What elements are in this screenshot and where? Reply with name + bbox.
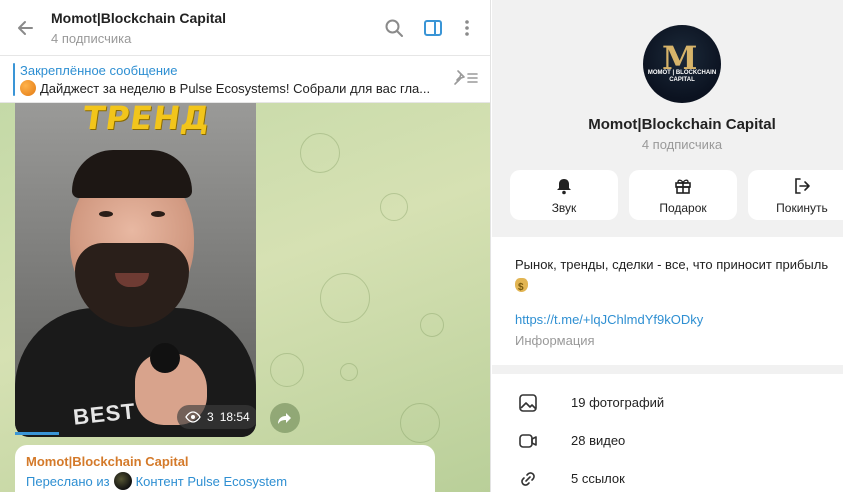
- chat-title[interactable]: Momot|Blockchain Capital: [51, 10, 226, 26]
- shared-media-list: 19 фотографий 28 видео 5 ссылок: [492, 374, 843, 492]
- leave-label: Покинуть: [776, 201, 828, 215]
- channel-name: Momot|Blockchain Capital: [588, 116, 776, 133]
- media-row-videos[interactable]: 28 видео: [492, 425, 843, 457]
- video-eye-left: [99, 211, 113, 217]
- media-row-photos[interactable]: 19 фотографий: [492, 387, 843, 419]
- sidebar-panel-icon: [424, 20, 442, 36]
- more-vertical-icon: [465, 20, 469, 36]
- leave-icon: [795, 178, 810, 194]
- eye-icon: [185, 411, 201, 423]
- share-button[interactable]: [270, 403, 300, 433]
- photos-count: 19 фотографий: [571, 395, 665, 410]
- chat-header: Momot|Blockchain Capital 4 подписчика: [0, 0, 490, 56]
- forwarded-source[interactable]: Контент Pulse Ecosystem: [136, 474, 287, 489]
- gift-label: Подарок: [659, 201, 707, 215]
- forwarded-prefix: Переслано из: [26, 473, 110, 489]
- share-arrow-icon: [278, 413, 291, 424]
- video-icon: [519, 434, 537, 448]
- forwarded-source-avatar: [113, 472, 132, 490]
- arrow-left-icon: [18, 21, 33, 35]
- mute-label: Звук: [551, 201, 577, 215]
- message-bubble[interactable]: Momot|Blockchain Capital Переслано из Ко…: [15, 445, 435, 492]
- pinned-title: Закреплённое сообщение: [20, 63, 178, 78]
- link-icon: [521, 472, 535, 486]
- video-message[interactable]: ТРЕНД BEST WO 3 18:54: [15, 103, 256, 437]
- gift-icon: [675, 179, 691, 194]
- channel-subscriber-count: 4 подписчика: [641, 137, 723, 152]
- video-microphone: [150, 343, 180, 373]
- videos-count: 28 видео: [571, 433, 626, 448]
- bell-icon: [557, 179, 571, 195]
- search-button[interactable]: [382, 16, 406, 40]
- message-author[interactable]: Momot|Blockchain Capital: [26, 454, 189, 469]
- avatar-logo-text: MOMOT | BLOCKCHAIN CAPITAL: [647, 70, 717, 83]
- pinned-text: Дайджест за неделю в Pulse Ecosystems! С…: [40, 80, 431, 96]
- pinned-indicator: [13, 63, 15, 96]
- chat-panel: Momot|Blockchain Capital 4 подписчика За…: [0, 0, 491, 492]
- pinned-list-button[interactable]: [452, 68, 480, 88]
- pin-list-icon: [454, 70, 478, 85]
- media-row-links[interactable]: 5 ссылок: [492, 463, 843, 492]
- about-description: Рынок, тренды, сделки - все, что приноси…: [515, 255, 843, 297]
- links-count: 5 ссылок: [571, 471, 625, 486]
- video-views: 3: [207, 410, 214, 424]
- orange-circle-emoji-icon: [20, 80, 36, 96]
- channel-avatar[interactable]: M MOMOT | BLOCKCHAIN CAPITAL: [643, 25, 721, 103]
- video-hair: [72, 150, 192, 198]
- pinned-text-row: Дайджест за неделю в Pulse Ecosystems! С…: [20, 80, 430, 96]
- info-label: Информация: [515, 333, 595, 348]
- gift-button[interactable]: Подарок: [629, 170, 737, 220]
- channel-info-panel: M MOMOT | BLOCKCHAIN CAPITAL Momot|Block…: [492, 0, 843, 492]
- search-icon: [385, 19, 403, 37]
- video-overlay-text: ТРЕНД: [80, 103, 214, 137]
- forwarded-from[interactable]: Переслано из Контент Pulse Ecosystem: [26, 472, 287, 490]
- video-duration: 18:54: [219, 410, 250, 424]
- channel-profile-header: M MOMOT | BLOCKCHAIN CAPITAL Momot|Block…: [492, 0, 843, 237]
- leave-button[interactable]: Покинуть: [748, 170, 843, 220]
- video-progress-bar: [15, 432, 59, 435]
- back-button[interactable]: [12, 14, 40, 42]
- photo-icon: [519, 394, 537, 412]
- chat-subscriber-count: 4 подписчика: [51, 31, 132, 46]
- channel-invite-link[interactable]: https://t.me/+lqJChlmdYf9kODky: [515, 312, 703, 327]
- sidebar-toggle-button[interactable]: [421, 16, 445, 40]
- pinned-message-bar[interactable]: Закреплённое сообщение Дайджест за недел…: [0, 56, 490, 103]
- video-meta-badge: 3 18:54: [177, 405, 256, 429]
- mute-button[interactable]: Звук: [510, 170, 618, 220]
- video-eye-right: [151, 211, 165, 217]
- more-menu-button[interactable]: [455, 16, 479, 40]
- money-bag-emoji-icon: [515, 277, 528, 297]
- about-text: Рынок, тренды, сделки - все, что приноси…: [515, 257, 829, 272]
